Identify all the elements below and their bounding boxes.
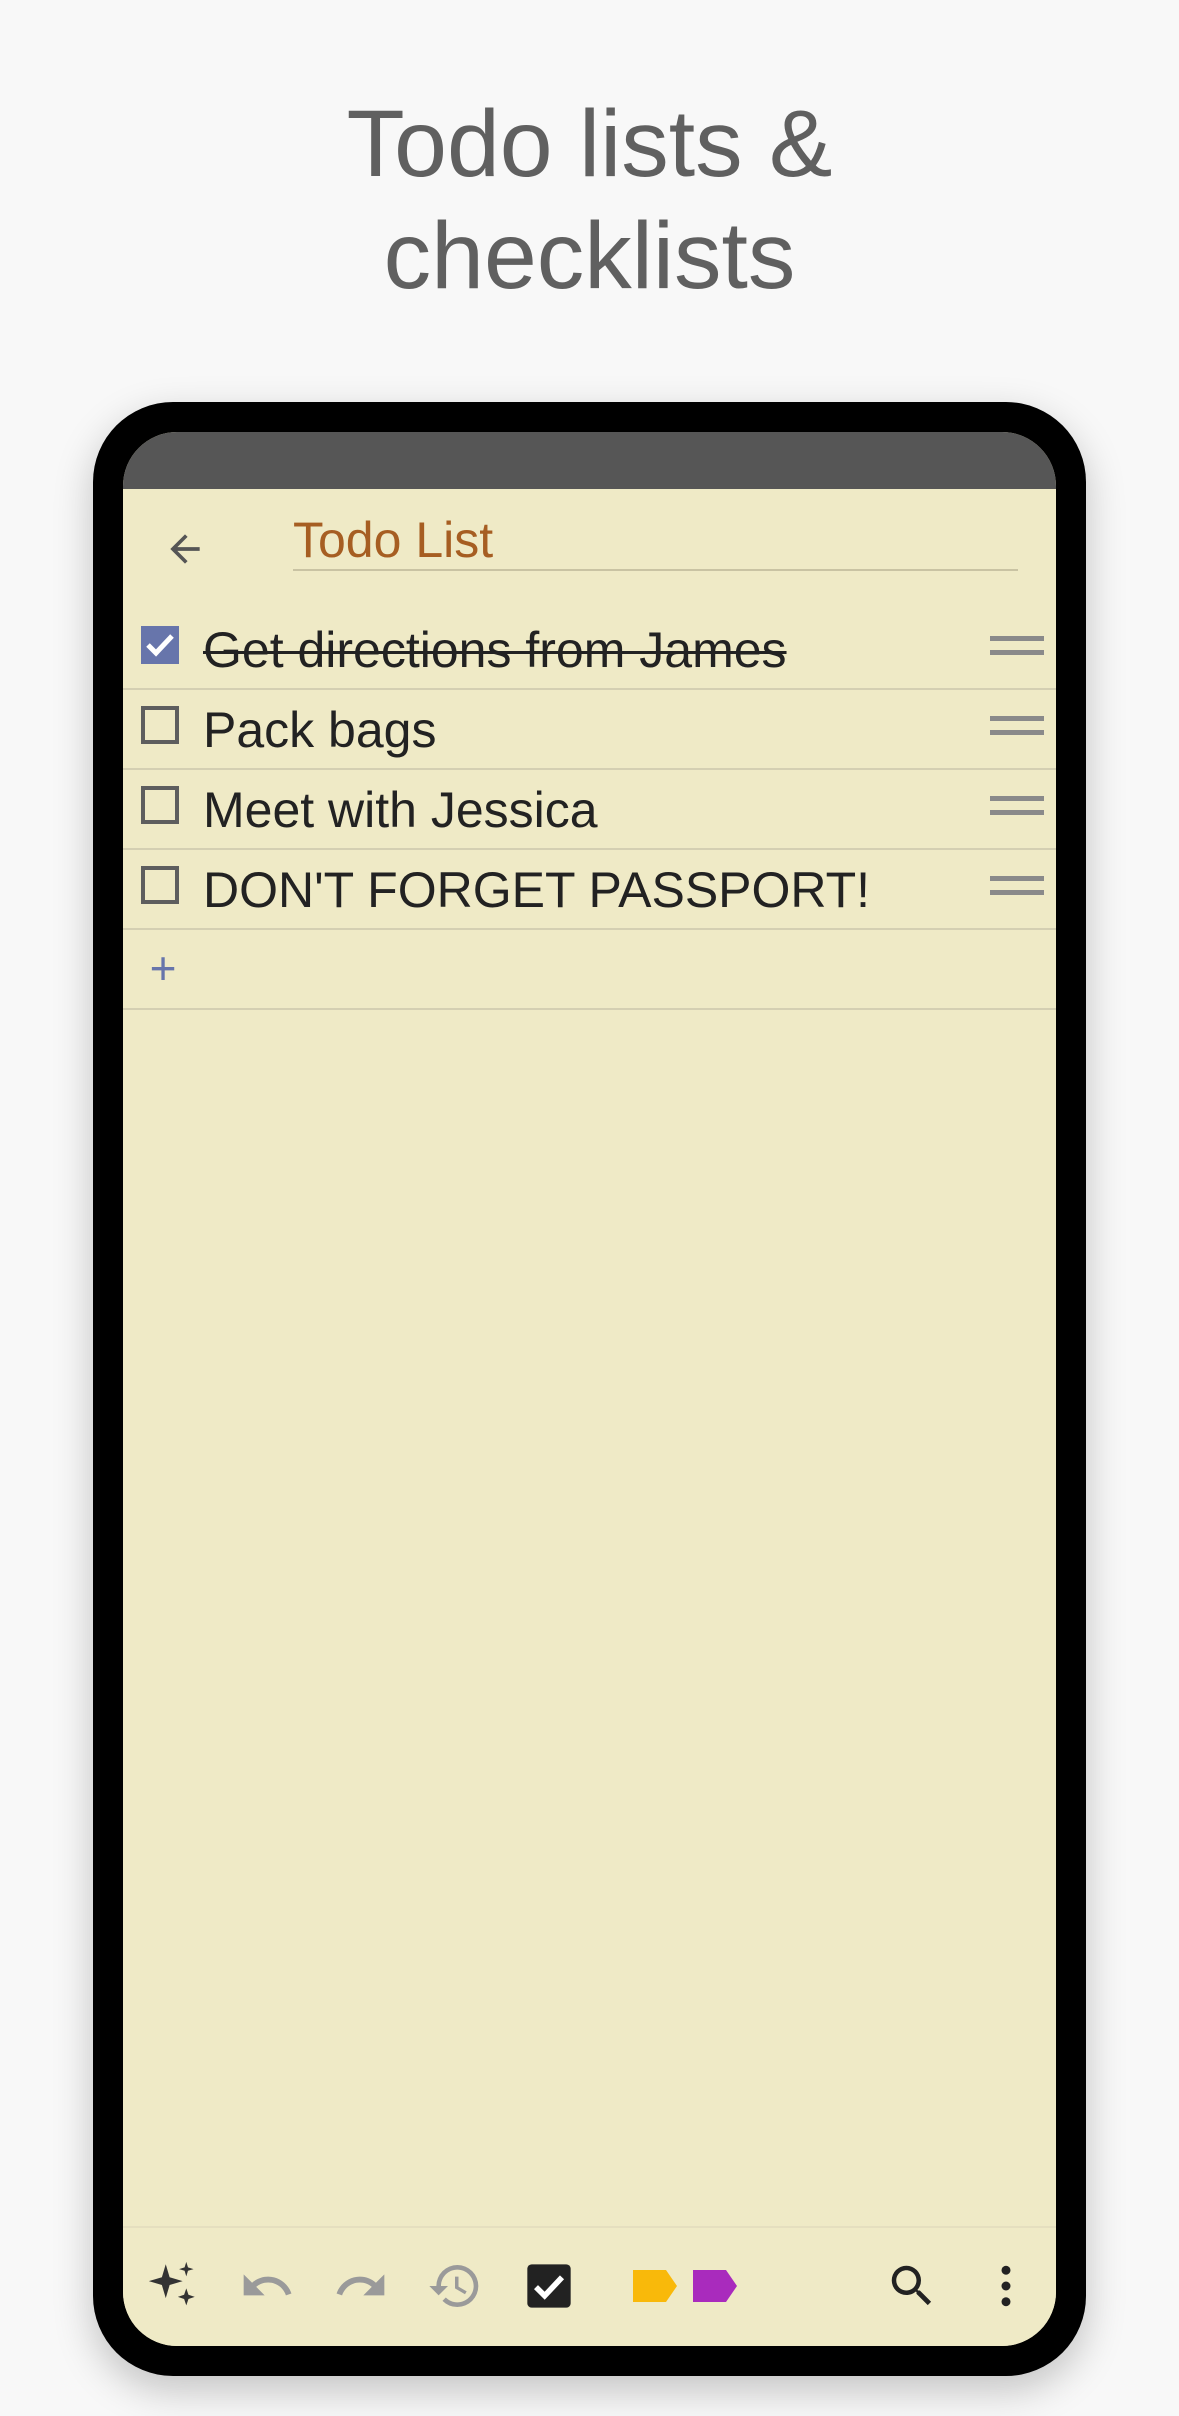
more-vert-icon [1001, 2265, 1011, 2307]
checklist-item: DON'T FORGET PASSPORT! [123, 850, 1056, 930]
redo-icon [336, 2274, 385, 2296]
note-app-bar: Todo List [123, 489, 1056, 609]
history-button[interactable] [423, 2254, 487, 2318]
arrow-back-icon [170, 534, 200, 564]
phone-screen: Todo List Get directions from James Pack… [123, 432, 1056, 2346]
headline-line-2: checklists [383, 203, 796, 309]
drag-handle-icon[interactable] [990, 866, 1044, 906]
label-yellow-button[interactable] [623, 2254, 687, 2318]
redo-button[interactable] [329, 2254, 393, 2318]
undo-button[interactable] [235, 2254, 299, 2318]
label-yellow-icon [633, 2270, 677, 2302]
item-text[interactable]: Get directions from James [203, 610, 787, 688]
status-bar [123, 432, 1056, 489]
page-headline: Todo lists & checklists [0, 88, 1179, 312]
checklist-toggle-button[interactable] [517, 2254, 581, 2318]
checklist-item: Pack bags [123, 690, 1056, 770]
note-title-input[interactable]: Todo List [293, 511, 1018, 571]
checklist: Get directions from James Pack bags Meet… [123, 610, 1056, 1010]
label-purple-button[interactable] [683, 2254, 747, 2318]
add-item-row: + [123, 930, 1056, 1010]
checklist-item: Get directions from James [123, 610, 1056, 690]
item-checkbox[interactable] [141, 866, 179, 904]
search-button[interactable] [880, 2254, 944, 2318]
item-checkbox[interactable] [141, 706, 179, 744]
item-text[interactable]: DON'T FORGET PASSPORT! [203, 850, 870, 928]
headline-line-1: Todo lists & [346, 91, 833, 197]
bottom-toolbar [123, 2226, 1056, 2346]
search-icon [891, 2265, 932, 2306]
back-button[interactable] [153, 517, 217, 581]
phone-frame: Todo List Get directions from James Pack… [93, 402, 1086, 2376]
checkbox-icon [527, 2264, 571, 2308]
history-icon [429, 2265, 479, 2307]
checklist-item: Meet with Jessica [123, 770, 1056, 850]
drag-handle-icon[interactable] [990, 786, 1044, 826]
label-purple-icon [693, 2270, 737, 2302]
sparkle-button[interactable] [141, 2254, 205, 2318]
check-icon [146, 634, 174, 657]
sparkle-icon [148, 2261, 195, 2306]
item-checkbox[interactable] [141, 786, 179, 824]
item-text[interactable]: Meet with Jessica [203, 770, 598, 848]
add-item-button[interactable]: + [143, 938, 183, 998]
item-checkbox-checked[interactable] [141, 626, 179, 664]
drag-handle-icon[interactable] [990, 706, 1044, 746]
undo-icon [243, 2274, 292, 2296]
drag-handle-icon[interactable] [990, 626, 1044, 666]
item-text[interactable]: Pack bags [203, 690, 436, 768]
more-options-button[interactable] [974, 2254, 1038, 2318]
